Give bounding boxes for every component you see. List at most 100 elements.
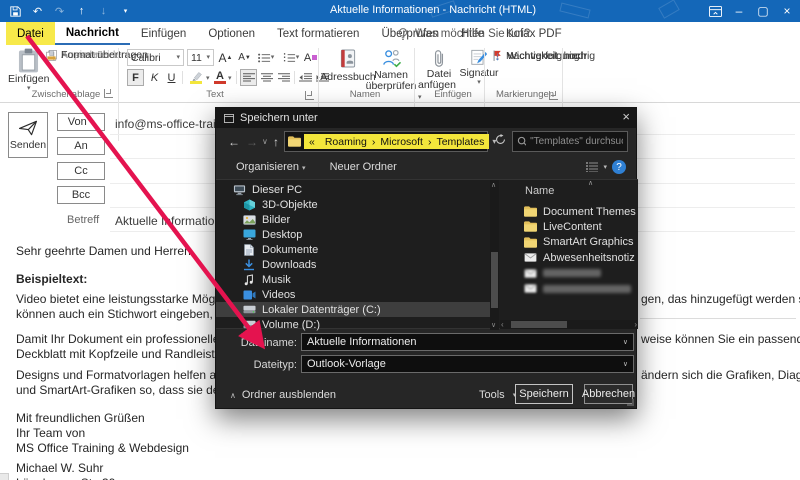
view-options-caret-icon[interactable]: ▾	[603, 164, 607, 171]
grow-font-icon[interactable]: A ▲	[217, 49, 234, 66]
tell-me-box[interactable]: Was möchten Sie tun?	[398, 22, 530, 45]
tree-item-bilder[interactable]: Bilder	[216, 212, 490, 227]
font-family-select[interactable]: Calibri ▾	[127, 49, 184, 66]
tree-item-volume-d[interactable]: Volume (D:)	[216, 317, 490, 332]
move-down-icon[interactable]: ↓	[97, 5, 110, 18]
from-button[interactable]: Von ▾	[57, 113, 105, 131]
font-size-select[interactable]: 11 ▾	[187, 49, 214, 66]
save-dialog-button[interactable]: Speichern	[515, 384, 573, 404]
maximize-button[interactable]: ▢	[750, 0, 776, 22]
to-button[interactable]: An	[57, 137, 105, 155]
tags-dialog-launcher-icon[interactable]	[549, 91, 558, 100]
text-highlight-icon[interactable]	[186, 69, 206, 86]
forward-icon[interactable]: →	[246, 133, 258, 151]
clear-formatting-icon[interactable]: A	[302, 49, 319, 66]
bcc-button[interactable]: Bcc	[57, 186, 105, 204]
file-type-dropdown-icon[interactable]: ∨	[623, 361, 628, 368]
italic-button[interactable]: K	[146, 69, 163, 86]
hide-folders-button[interactable]: ∧ Ordner ausblenden	[230, 389, 336, 401]
tree-item-dokumente[interactable]: Dokumente	[216, 242, 490, 257]
check-names-button[interactable]: Namen überprüfen	[366, 49, 416, 92]
move-up-icon[interactable]: ↑	[75, 5, 88, 18]
file-type-select[interactable]: Outlook-Vorlage ∨	[301, 355, 634, 373]
importance-low-button[interactable]: ↓ Wichtigkeit: niedrig	[492, 49, 596, 63]
file-item-redacted[interactable]	[524, 281, 631, 296]
tree-item-desktop[interactable]: Desktop	[216, 227, 490, 242]
dialog-close-icon[interactable]: ×	[622, 109, 630, 124]
bold-button[interactable]: F	[127, 69, 144, 86]
cancel-dialog-button[interactable]: Abbrechen	[582, 384, 635, 404]
file-item-document-themes[interactable]: Document Themes	[524, 204, 636, 219]
tab-text-formatieren[interactable]: Text formatieren	[266, 22, 370, 45]
file-name-dropdown-icon[interactable]: ∨	[623, 339, 628, 346]
scroll-left-icon[interactable]: ‹	[501, 320, 504, 329]
align-left-icon[interactable]	[240, 69, 257, 86]
organize-button[interactable]: Organisieren ▾	[236, 161, 306, 173]
customize-quick-access-icon[interactable]: ▾	[119, 5, 132, 18]
tree-item-downloads[interactable]: Downloads	[216, 257, 490, 272]
tab-nachricht[interactable]: Nachricht	[54, 22, 130, 45]
breadcrumb-segment-microsoft[interactable]: Microsoft	[380, 136, 423, 148]
dialog-titlebar[interactable]: Speichern unter ×	[216, 108, 636, 128]
column-header-name[interactable]: Name	[525, 185, 554, 197]
send-button[interactable]: Senden	[8, 112, 48, 158]
scroll-down-icon[interactable]: ∨	[491, 321, 496, 329]
paste-button[interactable]: Einfügen ▾	[8, 48, 49, 92]
ribbon-display-options-icon[interactable]	[702, 0, 728, 22]
sort-ascending-icon[interactable]: ∧	[588, 179, 593, 187]
refresh-icon[interactable]	[495, 134, 506, 145]
tree-item-lokaler-datentr-ger-c[interactable]: Lokaler Datenträger (C:)	[216, 302, 490, 317]
scroll-up-icon[interactable]: ∧	[491, 181, 496, 189]
scrollbar-thumb[interactable]	[491, 252, 498, 308]
cc-button[interactable]: Cc	[57, 162, 105, 180]
close-button[interactable]: ×	[774, 0, 800, 22]
tree-item-videos[interactable]: Videos	[216, 287, 490, 302]
back-icon[interactable]: ←	[228, 133, 240, 151]
tree-scrollbar[interactable]: ∧ ∨	[490, 180, 499, 330]
redo-icon[interactable]: ↷	[53, 5, 66, 18]
file-item-smartart-graphics[interactable]: SmartArt Graphics	[524, 235, 633, 250]
minimize-button[interactable]: –	[726, 0, 752, 22]
scroll-right-icon[interactable]: ›	[634, 320, 637, 329]
tools-button[interactable]: Tools▾	[479, 389, 516, 401]
address-book-button[interactable]: Adressbuch	[320, 49, 376, 83]
redacted-label	[543, 269, 601, 278]
bullet-list-icon[interactable]: ▾	[255, 49, 277, 66]
undo-icon[interactable]: ↶	[31, 5, 44, 18]
message-body[interactable]: Sehr geehrte Damen und Herren, Beispielte…	[16, 240, 215, 480]
file-item-abwesenheitsnotiz[interactable]: Abwesenheitsnotiz	[524, 250, 635, 265]
decrease-indent-icon[interactable]	[297, 69, 314, 86]
text-dialog-launcher-icon[interactable]	[305, 91, 314, 100]
tab-einf-gen[interactable]: Einfügen	[130, 22, 197, 45]
address-bar[interactable]: «›Roaming›Microsoft›Templates ▾	[284, 131, 496, 152]
up-icon[interactable]: ↑	[273, 133, 279, 151]
tab-optionen[interactable]: Optionen	[197, 22, 266, 45]
tab-datei[interactable]: Datei	[6, 22, 55, 45]
search-box[interactable]: "Templates" durchsuchen	[512, 131, 628, 152]
scrollbar-thumb[interactable]	[511, 321, 567, 328]
breadcrumb-segment-templates[interactable]: Templates	[436, 136, 484, 148]
tree-item-musik[interactable]: Musik	[216, 272, 490, 287]
recent-locations-icon[interactable]: ∨	[262, 133, 268, 151]
file-item-redacted[interactable]	[524, 266, 601, 281]
font-color-caret-icon[interactable]: ▾	[228, 75, 232, 82]
font-color-icon[interactable]: A	[213, 69, 227, 86]
resize-grip[interactable]	[627, 399, 634, 406]
numbered-list-icon[interactable]: ▾	[280, 49, 302, 66]
file-item-livecontent[interactable]: LiveContent	[524, 219, 602, 234]
align-right-icon[interactable]	[275, 69, 292, 86]
align-center-icon[interactable]	[258, 69, 275, 86]
tree-item-3d-objekte[interactable]: 3D-Objekte	[216, 197, 490, 212]
files-horizontal-scrollbar[interactable]: ‹ ›	[500, 320, 638, 329]
clipboard-dialog-launcher-icon[interactable]	[104, 89, 113, 98]
view-options-icon[interactable]	[586, 162, 599, 172]
new-folder-button[interactable]: Neuer Ordner	[330, 161, 397, 173]
tree-item-dieser-pc[interactable]: Dieser PC	[216, 182, 490, 197]
breadcrumb-segment-roaming[interactable]: Roaming	[325, 136, 367, 148]
text-highlight-caret-icon[interactable]: ▾	[206, 75, 210, 82]
save-icon[interactable]	[9, 5, 22, 18]
file-name-input[interactable]: Aktuelle Informationen ∨	[301, 333, 634, 351]
help-icon[interactable]: ?	[612, 160, 626, 174]
shrink-font-icon[interactable]: A ▼	[236, 49, 253, 66]
underline-button[interactable]: U	[163, 69, 180, 86]
